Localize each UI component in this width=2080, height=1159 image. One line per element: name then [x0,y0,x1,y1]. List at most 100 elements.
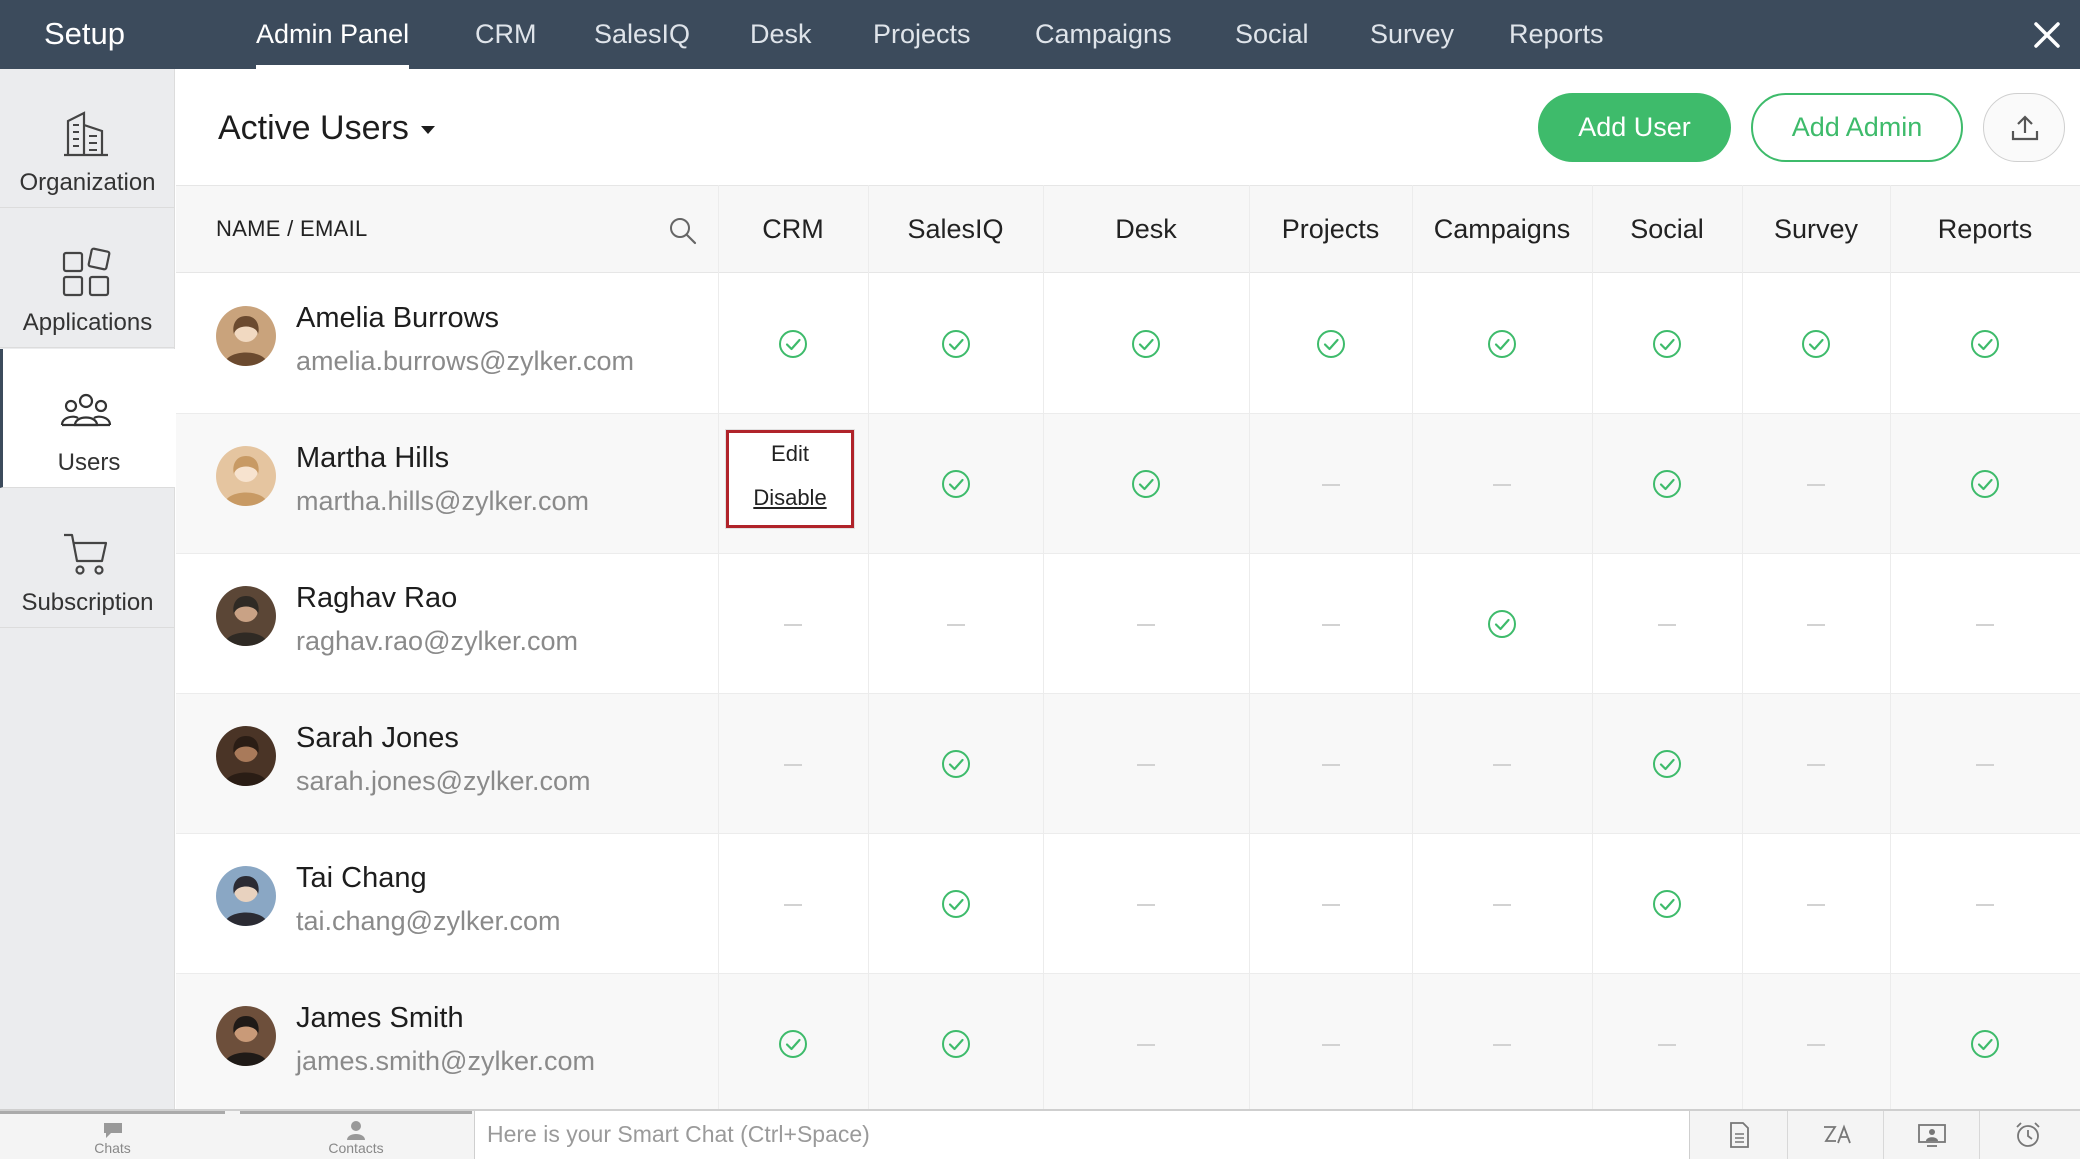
translate-button[interactable] [1788,1111,1884,1159]
table-row[interactable]: Raghav Rao raghav.rao@zylker.com [176,554,2080,694]
access-cell-survey[interactable] [1742,974,1890,1114]
close-icon[interactable] [2030,18,2064,52]
check-circle-icon [1971,1030,1999,1058]
notes-button[interactable] [1692,1111,1788,1159]
user-filter-dropdown[interactable]: Active Users [218,109,435,148]
access-cell-salesiq[interactable] [868,414,1043,554]
access-cell-campaigns[interactable] [1412,554,1592,694]
access-cell-projects[interactable] [1249,554,1412,694]
upload-button[interactable] [1983,93,2065,162]
access-cell-desk[interactable] [1043,694,1249,834]
nav-admin-panel[interactable]: Admin Panel [256,0,410,69]
access-cell-campaigns[interactable] [1412,974,1592,1114]
access-cell-social[interactable] [1592,274,1742,414]
access-cell-campaigns[interactable] [1412,834,1592,974]
edit-user-link[interactable]: Edit [729,441,851,467]
nav-projects[interactable]: Projects [873,0,971,69]
nav-social[interactable]: Social [1235,0,1309,69]
nav-salesiq[interactable]: SalesIQ [594,0,690,69]
table-row[interactable]: James Smith james.smith@zylker.com [176,974,2080,1114]
nav-crm[interactable]: CRM [475,0,537,69]
chats-tab[interactable]: Chats [0,1111,225,1159]
no-access-dash [1807,764,1825,766]
table-row[interactable]: Martha Hills martha.hills@zylker.com [176,414,2080,554]
access-cell-desk[interactable] [1043,554,1249,694]
add-admin-button[interactable]: Add Admin [1751,93,1963,162]
access-cell-social[interactable] [1592,414,1742,554]
access-cell-reports[interactable] [1890,974,2080,1114]
nav-desk[interactable]: Desk [750,0,812,69]
smart-chat-input[interactable]: Here is your Smart Chat (Ctrl+Space) [474,1111,1690,1159]
access-cell-social[interactable] [1592,554,1742,694]
access-cell-desk[interactable] [1043,834,1249,974]
no-access-dash [1807,1044,1825,1046]
access-cell-salesiq[interactable] [868,834,1043,974]
access-cell-crm[interactable] [718,974,868,1114]
user-name-raghav-rao[interactable]: Raghav Rao [296,582,457,615]
access-cell-campaigns[interactable] [1412,414,1592,554]
contacts-tab[interactable]: Contacts [240,1111,472,1159]
access-cell-survey[interactable] [1742,694,1890,834]
search-icon[interactable] [668,216,698,246]
access-cell-projects[interactable] [1249,694,1412,834]
sidebar-item-organization[interactable]: Organization [0,69,175,208]
sidebar-item-users[interactable]: Users [0,349,175,488]
sidebar-item-applications[interactable]: Applications [0,209,175,348]
access-cell-projects[interactable] [1249,834,1412,974]
access-cell-projects[interactable] [1249,414,1412,554]
no-access-dash [1321,764,1340,766]
access-cell-survey[interactable] [1742,834,1890,974]
disable-user-link[interactable]: Disable [729,485,851,511]
access-cell-survey[interactable] [1742,414,1890,554]
nav-survey[interactable]: Survey [1370,0,1454,69]
no-access-dash [1493,1044,1511,1046]
screen-share-button[interactable] [1884,1111,1980,1159]
document-icon [1730,1122,1749,1148]
access-cell-desk[interactable] [1043,414,1249,554]
user-name-tai-chang[interactable]: Tai Chang [296,862,427,895]
add-user-button[interactable]: Add User [1538,93,1731,162]
top-bar: Setup Admin Panel CRM SalesIQ Desk Proje… [0,0,2080,69]
access-cell-projects[interactable] [1249,274,1412,414]
user-name-amelia-burrows[interactable]: Amelia Burrows [296,302,499,335]
access-cell-salesiq[interactable] [868,274,1043,414]
access-cell-social[interactable] [1592,834,1742,974]
access-cell-campaigns[interactable] [1412,274,1592,414]
access-cell-crm[interactable] [718,694,868,834]
reminder-button[interactable] [1980,1111,2076,1159]
user-name-sarah-jones[interactable]: Sarah Jones [296,722,459,755]
check-circle-icon [941,750,970,778]
user-name-james-smith[interactable]: James Smith [296,1002,464,1035]
nav-reports[interactable]: Reports [1509,0,1604,69]
nav-campaigns[interactable]: Campaigns [1035,0,1172,69]
access-cell-reports[interactable] [1890,554,2080,694]
no-access-dash [1321,484,1340,486]
table-row[interactable]: Amelia Burrows amelia.burrows@zylker.com [176,274,2080,414]
access-cell-reports[interactable] [1890,274,2080,414]
table-row[interactable]: Sarah Jones sarah.jones@zylker.com [176,694,2080,834]
access-cell-social[interactable] [1592,974,1742,1114]
access-cell-salesiq[interactable] [868,554,1043,694]
access-cell-social[interactable] [1592,694,1742,834]
sidebar-item-subscription[interactable]: Subscription [0,489,175,628]
sidebar: Organization Applications Users Subscrip… [0,69,175,1109]
access-cell-salesiq[interactable] [868,694,1043,834]
access-cell-campaigns[interactable] [1412,694,1592,834]
access-cell-crm[interactable] [718,274,868,414]
table-row[interactable]: Tai Chang tai.chang@zylker.com [176,834,2080,974]
access-cell-reports[interactable] [1890,694,2080,834]
access-cell-survey[interactable] [1742,554,1890,694]
access-cell-crm[interactable] [718,554,868,694]
access-cell-desk[interactable] [1043,274,1249,414]
access-cell-survey[interactable] [1742,274,1890,414]
check-circle-icon [1316,330,1345,358]
access-cell-projects[interactable] [1249,974,1412,1114]
access-cell-reports[interactable] [1890,414,2080,554]
access-cell-crm[interactable] [718,834,868,974]
access-cell-salesiq[interactable] [868,974,1043,1114]
access-cell-desk[interactable] [1043,974,1249,1114]
avatar [216,446,276,506]
access-cell-reports[interactable] [1890,834,2080,974]
user-name-martha-hills[interactable]: Martha Hills [296,442,449,475]
column-header-name: NAME / EMAIL [216,216,368,241]
